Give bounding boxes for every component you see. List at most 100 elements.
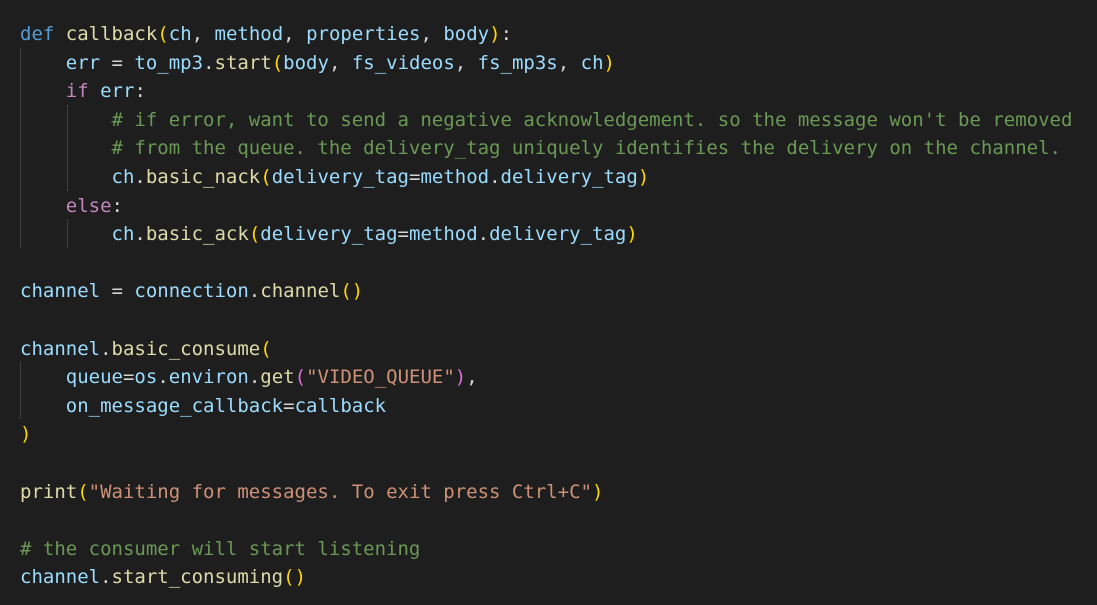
- code-token: ch: [111, 223, 135, 246]
- code-line[interactable]: if err:: [20, 77, 146, 106]
- code-line[interactable]: on_message_callback=callback: [20, 392, 386, 421]
- code-token: fs_videos: [351, 51, 455, 74]
- code-token: if: [65, 80, 89, 103]
- code-token: basic_consume: [111, 337, 261, 360]
- code-line[interactable]: channel.basic_consume(: [20, 335, 272, 364]
- code-token: .: [100, 566, 112, 589]
- code-line[interactable]: print("Waiting for messages. To exit pre…: [20, 478, 603, 507]
- code-token: ): [591, 480, 604, 503]
- code-token: def: [20, 23, 55, 45]
- code-token: ): [454, 366, 467, 389]
- code-editor[interactable]: def callback(ch, method, properties, bod…: [0, 0, 1097, 605]
- code-token: ,: [557, 51, 581, 74]
- code-token: # from the queue. the delivery_tag uniqu…: [111, 137, 1061, 160]
- code-line[interactable]: ): [20, 420, 31, 449]
- code-token: ch: [168, 23, 192, 45]
- code-token: =: [122, 366, 135, 389]
- code-token: channel: [20, 280, 101, 303]
- code-token: (: [77, 480, 89, 503]
- code-token: .: [100, 337, 112, 360]
- code-token: channel: [260, 280, 341, 303]
- code-token: err: [65, 51, 101, 74]
- code-token: ,: [283, 23, 307, 45]
- code-line[interactable]: ch.basic_ack(delivery_tag=method.deliver…: [20, 220, 638, 249]
- code-token: channel: [20, 566, 101, 589]
- code-token: .: [248, 280, 261, 303]
- code-token: (: [157, 23, 169, 45]
- code-line[interactable]: # the consumer will start listening: [20, 535, 420, 564]
- code-token: ,: [328, 51, 352, 74]
- code-token: delivery_tag: [489, 223, 627, 246]
- code-line[interactable]: channel = connection.channel(): [20, 277, 363, 306]
- code-token: .: [203, 51, 215, 74]
- code-token: get: [260, 366, 295, 389]
- code-token: start_consuming: [111, 566, 284, 589]
- code-token: # the consumer will start listening: [20, 537, 421, 560]
- code-token: (): [283, 566, 307, 589]
- code-token: ch: [580, 51, 604, 74]
- code-token: delivery_tag: [260, 223, 398, 246]
- code-line[interactable]: err = to_mp3.start(body, fs_videos, fs_m…: [20, 49, 615, 78]
- code-token: fs_mp3s: [477, 51, 558, 74]
- code-token: ch: [111, 166, 135, 188]
- code-token: method: [420, 166, 490, 188]
- code-token: ): [626, 223, 638, 246]
- code-token: to_mp3: [134, 51, 204, 74]
- code-token: ,: [420, 23, 444, 45]
- code-line[interactable]: def callback(ch, method, properties, bod…: [20, 20, 512, 49]
- code-token: =: [397, 223, 409, 246]
- code-token: =: [283, 394, 295, 417]
- code-token: print: [20, 480, 78, 503]
- code-token: method: [214, 23, 284, 45]
- code-token: properties: [306, 23, 421, 45]
- code-token: ,: [191, 23, 215, 45]
- code-token: on_message_callback: [65, 394, 284, 417]
- code-token: "Waiting for messages. To exit press Ctr…: [88, 480, 592, 503]
- code-line[interactable]: # if error, want to send a negative ackn…: [20, 106, 1073, 135]
- code-token: =: [100, 51, 135, 74]
- code-token: basic_ack: [145, 223, 249, 246]
- code-token: ): [603, 51, 615, 74]
- code-token: .: [477, 223, 490, 246]
- code-token: (: [260, 337, 272, 360]
- code-token: =: [100, 280, 135, 303]
- code-token: .: [134, 223, 146, 246]
- code-token: else: [65, 194, 112, 217]
- code-token: :: [500, 23, 513, 45]
- code-token: channel: [20, 337, 101, 360]
- code-token: :: [134, 80, 146, 103]
- code-token: (: [271, 51, 284, 74]
- code-token: (: [294, 366, 307, 389]
- code-line[interactable]: else:: [20, 192, 123, 221]
- code-token: .: [248, 366, 261, 389]
- code-token: start: [214, 51, 272, 74]
- code-token: ): [20, 423, 32, 446]
- code-line[interactable]: queue=os.environ.get("VIDEO_QUEUE"),: [20, 363, 478, 392]
- code-token: err: [100, 80, 135, 103]
- code-token: delivery_tag: [500, 166, 638, 188]
- code-token: "VIDEO_QUEUE": [306, 366, 455, 389]
- code-token: # if error, want to send a negative ackn…: [111, 108, 1073, 131]
- code-token: (: [260, 166, 272, 188]
- code-line[interactable]: ch.basic_nack(delivery_tag=method.delive…: [20, 163, 650, 192]
- code-line[interactable]: # from the queue. the delivery_tag uniqu…: [20, 134, 1061, 163]
- code-token: ): [637, 166, 650, 188]
- code-token: ): [489, 23, 501, 45]
- code-token: method: [409, 223, 478, 246]
- code-token: body: [443, 23, 490, 45]
- code-line[interactable]: channel.start_consuming(): [20, 563, 306, 592]
- code-token: :: [111, 194, 123, 217]
- code-token: connection: [134, 280, 249, 303]
- code-token: (): [340, 280, 364, 303]
- code-token: queue: [65, 366, 123, 389]
